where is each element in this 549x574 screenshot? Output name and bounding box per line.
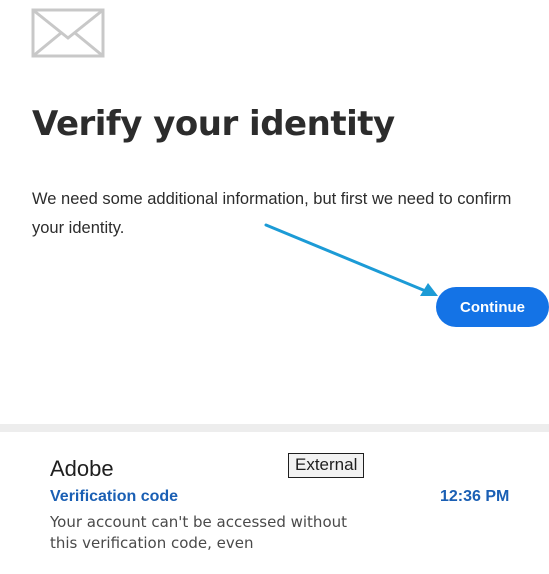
email-preview: Your account can't be accessed without t…	[50, 513, 348, 552]
page-title: Verify your identity	[32, 104, 395, 144]
verify-message: We need some additional information, but…	[32, 190, 512, 237]
envelope-icon	[31, 8, 105, 58]
continue-button[interactable]: Continue	[436, 287, 549, 327]
section-divider	[0, 424, 549, 432]
external-tag: External	[288, 453, 365, 478]
email-sender: Adobe	[50, 456, 114, 481]
email-time: 12:36 PM	[440, 488, 510, 505]
email-subject: Verification code	[50, 488, 179, 505]
email-list-item[interactable]: Adobe External Verification code 12:36 P…	[0, 432, 549, 574]
